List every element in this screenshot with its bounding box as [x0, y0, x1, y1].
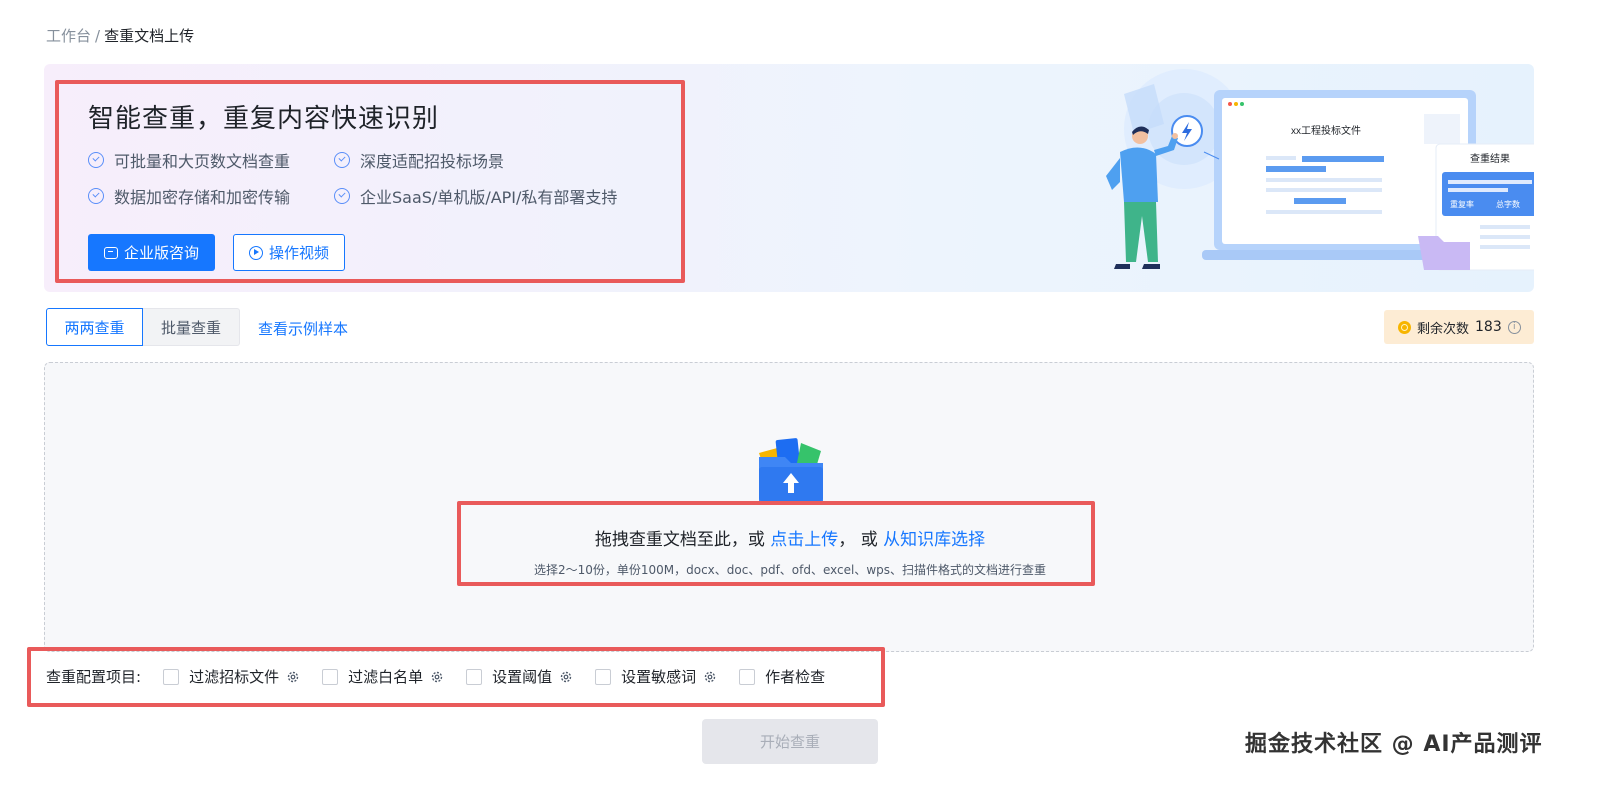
config-item-label: 作者检查 [765, 668, 826, 686]
config-item-label: 过滤白名单 [348, 668, 424, 686]
config-set-sensitive-words[interactable]: 设置敏感词 [595, 666, 717, 687]
feature-item: 企业SaaS/单机版/API/私有部署支持 [334, 184, 617, 208]
breadcrumb-current: 查重文档上传 [104, 27, 195, 45]
info-icon[interactable]: i [1507, 320, 1521, 334]
checkbox[interactable] [163, 668, 180, 685]
upload-hint: 选择2～10份，单份100M，docx、doc、pdf、ofd、excel、wp… [533, 563, 1047, 577]
config-filter-tender-file[interactable]: 过滤招标文件 [163, 666, 300, 687]
remaining-label: 剩余次数 [1417, 321, 1470, 337]
checkbox[interactable] [595, 668, 612, 685]
illus-doc-title: xx工程投标文件 [1291, 124, 1361, 137]
config-filter-whitelist[interactable]: 过滤白名单 [322, 666, 444, 687]
feature-label: 企业SaaS/单机版/API/私有部署支持 [360, 188, 618, 207]
illus-repeat-rate: 重复率 [1450, 199, 1474, 209]
config-item-label: 过滤招标文件 [189, 668, 280, 686]
feature-label: 深度适配招投标场景 [360, 152, 505, 171]
upload-dropzone[interactable]: 拖拽查重文档至此，或 点击上传， 或 从知识库选择 选择2～10份，单份100M… [44, 362, 1534, 652]
config-item-label: 设置敏感词 [621, 668, 697, 686]
check-circle-icon [88, 152, 104, 168]
tutorial-video-label: 操作视频 [268, 244, 329, 262]
tab-pairwise-check[interactable]: 两两查重 [46, 308, 143, 346]
gear-icon[interactable] [430, 670, 444, 684]
tutorial-video-button[interactable]: 操作视频 [233, 234, 345, 271]
feature-item: 深度适配招投标场景 [334, 148, 504, 172]
remaining-count: 183 [1475, 319, 1502, 335]
select-from-knowledge-base-link[interactable]: 从知识库选择 [883, 530, 985, 550]
feature-item: 可批量和大页数文档查重 [88, 148, 290, 172]
check-circle-icon [334, 152, 350, 168]
checkbox[interactable] [739, 668, 756, 685]
enterprise-consult-label: 企业版咨询 [123, 244, 199, 262]
check-config: 查重配置项目: 过滤招标文件 过滤白名单 设置阈值 设置敏感词 作者检查 [46, 666, 825, 687]
gear-icon[interactable] [286, 670, 300, 684]
banner-title: 智能查重，重复内容快速识别 [88, 104, 440, 134]
enterprise-consult-button[interactable]: 企业版咨询 [88, 234, 215, 271]
chat-icon [103, 246, 118, 259]
config-set-threshold[interactable]: 设置阈值 [466, 666, 573, 687]
remaining-count-badge: 剩余次数 183 i [1384, 310, 1534, 344]
upload-folder-icon [759, 438, 823, 501]
gear-icon[interactable] [703, 670, 717, 684]
watermark: 掘金技术社区 @ AI产品测评 [1245, 732, 1543, 757]
coin-icon [1398, 320, 1411, 334]
feature-label: 可批量和大页数文档查重 [114, 152, 291, 171]
config-label: 查重配置项目: [46, 668, 142, 686]
upload-instruction: 拖拽查重文档至此，或 点击上传， 或 从知识库选择 [45, 525, 1535, 550]
feature-label: 数据加密存储和加密传输 [114, 188, 291, 207]
illus-result-title: 查重结果 [1470, 152, 1510, 165]
tab-batch-check[interactable]: 批量查重 [143, 308, 240, 346]
check-circle-icon [334, 188, 350, 204]
banner-illustration: xx工程投标文件 查重结果 重复率 总字数 [1106, 69, 1534, 271]
breadcrumb-separator: / [95, 27, 101, 45]
feature-item: 数据加密存储和加密传输 [88, 184, 290, 208]
start-check-button[interactable]: 开始查重 [702, 719, 878, 764]
check-circle-icon [88, 188, 104, 204]
upload-text-prefix: 拖拽查重文档至此，或 [594, 530, 765, 550]
hero-banner: 智能查重，重复内容快速识别 可批量和大页数文档查重 深度适配招投标场景 数据加密… [44, 64, 1534, 292]
config-author-check[interactable]: 作者检查 [739, 666, 825, 687]
illus-total-words: 总字数 [1496, 199, 1520, 209]
view-sample-link[interactable]: 查看示例样本 [258, 318, 348, 339]
upload-text-mid: ， 或 [838, 530, 878, 550]
breadcrumb: 工作台 / 查重文档上传 [46, 25, 194, 46]
click-upload-link[interactable]: 点击上传 [770, 530, 838, 550]
mode-tabs: 两两查重 批量查重 [46, 308, 240, 346]
checkbox[interactable] [322, 668, 339, 685]
play-icon [248, 245, 263, 260]
gear-icon[interactable] [559, 670, 573, 684]
config-item-label: 设置阈值 [492, 668, 553, 686]
breadcrumb-root[interactable]: 工作台 [46, 27, 91, 45]
checkbox[interactable] [466, 668, 483, 685]
